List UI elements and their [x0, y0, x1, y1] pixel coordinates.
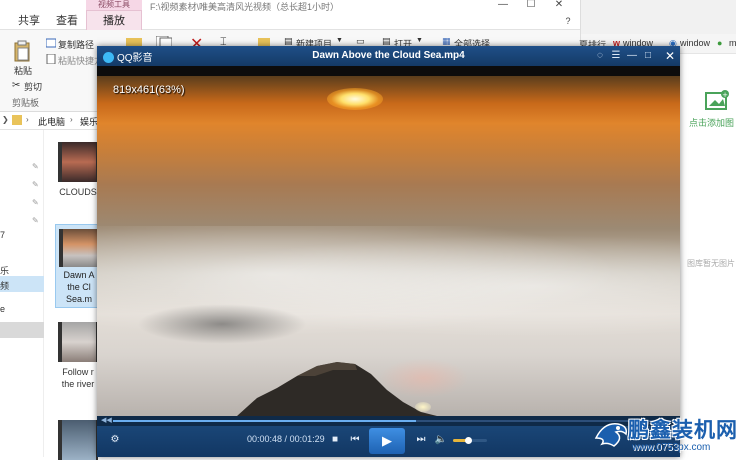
site-watermark: 鹏鑫装机网 www.0753px.com [592, 412, 736, 457]
maximize-icon[interactable]: □ [641, 49, 655, 63]
nav-item: 频 [0, 281, 10, 291]
video-thumbnail [58, 142, 98, 182]
clipboard-group-label: 剪贴板 [12, 98, 40, 108]
resolution-overlay: 819x461(63%) [113, 84, 185, 96]
pin-icon[interactable]: ✎ [32, 162, 39, 171]
nav-item[interactable]: e [0, 304, 5, 314]
next-button[interactable]: ⏭ [413, 432, 429, 448]
add-image-label[interactable]: 点击添加图 [689, 116, 734, 129]
time-current: 00:00:48 [247, 434, 283, 444]
video-thumbnail [58, 420, 98, 460]
nav-item-selected[interactable]: 频 [0, 276, 44, 292]
paste-shortcut-icon [46, 54, 56, 64]
time-separator: / [282, 434, 290, 444]
svg-text:+: + [722, 91, 728, 99]
paste-icon[interactable] [14, 40, 30, 62]
pin-icon[interactable]: ✎ [32, 180, 39, 189]
previous-button[interactable]: ⏮ [347, 432, 363, 448]
pin-icon[interactable]: ✎ [32, 198, 39, 207]
breadcrumb-this-pc[interactable]: 此电脑 [38, 115, 65, 128]
file-name: CLOUDS [59, 187, 97, 197]
browser-titlebar [581, 0, 736, 34]
new-item-chevron-down-icon[interactable]: ▼ [336, 37, 343, 44]
empty-gallery-note: 图库暂无图片 [687, 259, 735, 268]
copy-path-button[interactable]: 复制路径 [58, 38, 94, 51]
volume-slider[interactable] [453, 437, 487, 444]
player-titlebar[interactable]: QQ影音 Dawn Above the Cloud Sea.mp4 ◌ ☰ — … [97, 46, 680, 66]
close-icon[interactable]: ✕ [662, 48, 678, 64]
volume-handle[interactable] [465, 437, 473, 444]
minimize-icon[interactable]: — [625, 49, 639, 63]
tab-share[interactable]: 共享 [18, 12, 40, 28]
window-title-path: F:\视频素材\唯美高清风光视频（总长超1小时） [150, 2, 340, 12]
chevron-up-icon[interactable]: ❯ [2, 115, 9, 124]
seek-progress-fill [113, 420, 417, 422]
bookmark-link[interactable]: m [729, 38, 736, 48]
mountain-peak [237, 362, 437, 416]
list-item[interactable] [58, 420, 98, 460]
watermark-brand: 鹏鑫装机网 [628, 419, 736, 442]
navigation-pane: ✎ ✎ ✎ ✎ 7 乐 频 e [0, 130, 44, 457]
time-total: 00:01:29 [289, 434, 325, 444]
dragon-logo-icon [594, 423, 628, 447]
video-thumbnail [59, 229, 99, 267]
tab-play[interactable]: 播放 [86, 10, 142, 30]
watermark-url: www.0753px.com [632, 442, 711, 453]
dark-cloud [137, 304, 307, 344]
breadcrumb-separator-icon: › [26, 115, 29, 124]
file-name-line: Dawn A [63, 270, 95, 280]
stop-button[interactable]: ■ [327, 432, 343, 448]
pin-icon[interactable]: ✎ [32, 216, 39, 225]
file-name-line: the river [61, 379, 95, 389]
video-canvas[interactable]: 819x461(63%) [97, 76, 680, 416]
cut-button[interactable]: 剪切 [24, 80, 42, 93]
bookmark-link[interactable]: window [680, 38, 710, 48]
pin-on-top-icon[interactable]: ◌ [593, 49, 607, 63]
qq-player-window: QQ影音 Dawn Above the Cloud Sea.mp4 ◌ ☰ — … [97, 46, 680, 457]
setting-sun-glare [415, 402, 431, 412]
paste-label[interactable]: 粘贴 [14, 64, 32, 77]
settings-icon[interactable]: ⚙ [107, 432, 123, 448]
file-name-line: Follow r [62, 367, 94, 377]
tab-view[interactable]: 查看 [56, 12, 78, 28]
wechat-icon: ● [717, 38, 723, 48]
copy-path-icon [46, 38, 56, 48]
nav-item-highlight[interactable] [0, 322, 44, 338]
help-icon[interactable]: ? [560, 16, 576, 30]
folder-icon [12, 115, 22, 125]
address-bar[interactable]: ❯ › 此电脑 › 娱乐 [0, 112, 110, 130]
maximize-button[interactable]: ☐ [516, 0, 546, 12]
add-image-icon[interactable]: + [705, 90, 729, 112]
video-thumbnail [58, 322, 98, 362]
list-item[interactable]: CLOUDS [58, 142, 98, 198]
playlist-icon[interactable]: ☰ [609, 49, 623, 63]
minimize-button[interactable]: — [488, 0, 518, 12]
cut-icon: ✂ [12, 80, 21, 91]
rewind-icon[interactable]: ◀◀ [101, 416, 112, 424]
context-tab-group-video-tools: 视频工具 [86, 0, 142, 10]
seek-track[interactable] [113, 420, 675, 422]
volume-icon[interactable]: 🔈 [433, 432, 449, 448]
breadcrumb-separator-icon: › [70, 115, 73, 124]
open-chevron-down-icon[interactable]: ▼ [416, 37, 423, 44]
nav-item[interactable]: 7 [0, 230, 5, 240]
file-name-line: Sea.m [65, 294, 92, 304]
close-button[interactable]: ✕ [544, 0, 574, 12]
sun [327, 88, 383, 110]
time-display: 00:00:48 / 00:01:29 [247, 434, 325, 444]
breadcrumb-folder[interactable]: 娱乐 [80, 115, 98, 128]
video-letterbox [97, 66, 680, 76]
list-item-selected[interactable]: Dawn A the Cl Sea.m [55, 224, 101, 308]
file-name-line: the Cl [67, 282, 91, 292]
list-item[interactable]: Follow r the river [58, 322, 98, 390]
play-button[interactable]: ▶ [369, 428, 405, 454]
